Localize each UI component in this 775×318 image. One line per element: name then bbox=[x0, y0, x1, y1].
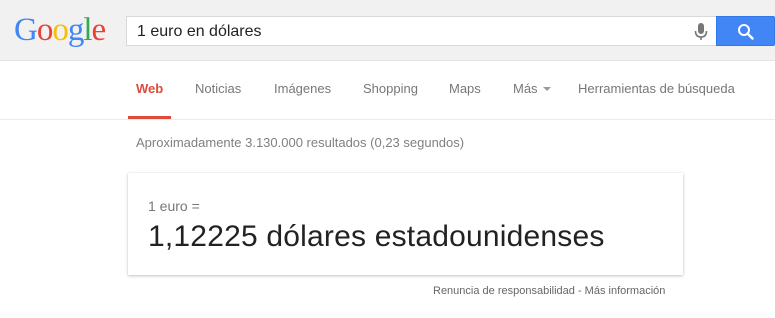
magnifier-icon bbox=[738, 24, 754, 40]
footer-links: Renuncia de responsabilidad - Más inform… bbox=[433, 285, 665, 297]
search-input[interactable] bbox=[137, 17, 677, 47]
logo-letter: o bbox=[52, 12, 68, 48]
tab-mas[interactable]: Más bbox=[513, 81, 551, 96]
logo-letter: g bbox=[67, 12, 84, 48]
converter-result: 1,12225 dólares estadounidenses bbox=[148, 220, 605, 253]
more-info-link[interactable]: Más información bbox=[585, 285, 666, 297]
header: Google bbox=[0, 0, 775, 61]
search-box bbox=[126, 16, 716, 47]
search-tabs: Web Noticias Imágenes Shopping Maps Más … bbox=[0, 61, 775, 120]
converter-from-line: 1 euro = bbox=[148, 198, 200, 214]
google-logo[interactable]: Google bbox=[14, 10, 107, 50]
microphone-icon[interactable] bbox=[692, 22, 710, 42]
logo-letter: G bbox=[14, 12, 38, 48]
active-tab-indicator bbox=[128, 116, 171, 119]
tab-noticias[interactable]: Noticias bbox=[195, 81, 241, 96]
logo-letter: o bbox=[36, 12, 53, 48]
tab-imagenes[interactable]: Imágenes bbox=[274, 81, 331, 96]
currency-converter-card: 1 euro = 1,12225 dólares estadounidenses bbox=[128, 173, 683, 275]
search-button[interactable] bbox=[716, 16, 775, 46]
caret-down-icon bbox=[542, 86, 551, 91]
logo-letter: l bbox=[83, 12, 92, 48]
tab-shopping[interactable]: Shopping bbox=[363, 81, 418, 96]
tab-maps[interactable]: Maps bbox=[449, 81, 481, 96]
tab-mas-label: Más bbox=[513, 81, 538, 96]
tab-herramientas[interactable]: Herramientas de búsqueda bbox=[578, 81, 735, 96]
logo-letter: e bbox=[91, 12, 107, 48]
tab-web[interactable]: Web bbox=[136, 81, 163, 96]
search-results-page: Google Web Noticias Imágenes Shopping Ma… bbox=[0, 0, 775, 318]
disclaimer-link[interactable]: Renuncia de responsabilidad bbox=[433, 285, 575, 297]
result-stats: Aproximadamente 3.130.000 resultados (0,… bbox=[136, 135, 465, 150]
footer-separator: - bbox=[574, 285, 585, 297]
